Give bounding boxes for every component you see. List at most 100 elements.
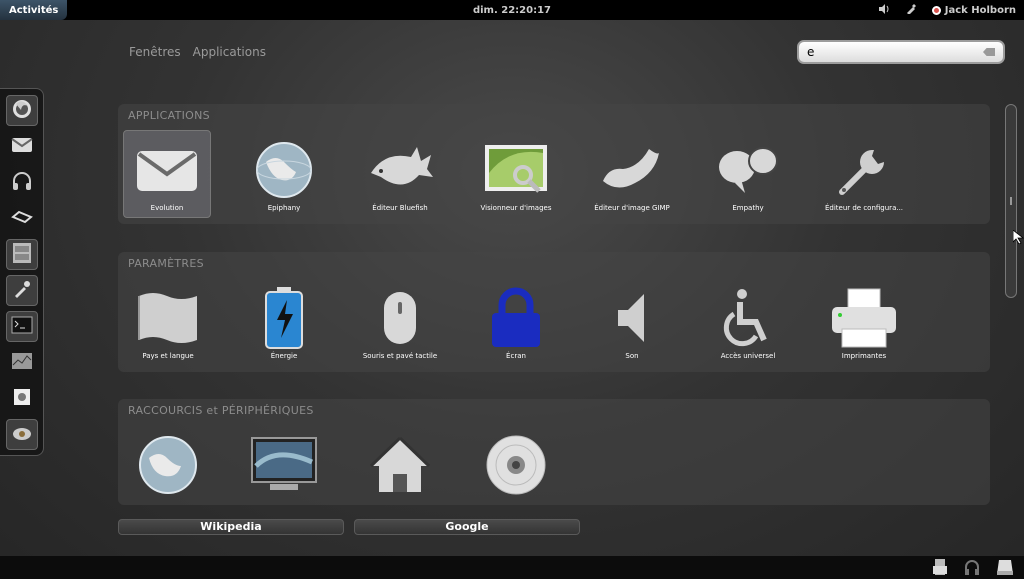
- battery-icon: [248, 286, 320, 350]
- headphones-icon: [11, 171, 33, 195]
- dash-mail[interactable]: [6, 131, 38, 162]
- search-wikipedia-button[interactable]: Wikipedia: [118, 519, 344, 535]
- link-icon: [10, 209, 33, 229]
- tray-icons: [932, 558, 1014, 579]
- mail-icon: [10, 137, 33, 157]
- usb-drive-icon[interactable]: [932, 558, 948, 579]
- view-selector: Fenêtres Applications: [129, 45, 266, 59]
- settings-screen[interactable]: Écran: [472, 278, 560, 366]
- place-home[interactable]: [356, 425, 444, 513]
- settings-label: Souris et pavé tactile: [362, 352, 438, 360]
- printer-icon: [828, 286, 900, 350]
- settings-printers[interactable]: Imprimantes: [820, 278, 908, 366]
- app-label: Epiphany: [267, 204, 301, 212]
- settings-label: Pays et langue: [142, 352, 194, 360]
- mouse-cursor-icon: [1012, 229, 1024, 248]
- volume-icon[interactable]: [878, 3, 890, 17]
- scrollbar[interactable]: [1005, 104, 1017, 298]
- wheelchair-icon: [712, 286, 784, 350]
- settings-section: PARAMÈTRES Pays et langue Énergie Souris…: [118, 252, 990, 372]
- mouse-icon: [364, 286, 436, 350]
- dash-pen[interactable]: [5, 275, 38, 306]
- monitor-icon: [248, 433, 320, 497]
- app-label: Evolution: [150, 204, 184, 212]
- pen-tool-icon: [12, 279, 32, 303]
- section-title-settings: PARAMÈTRES: [128, 257, 204, 270]
- screenshot-icon: [11, 424, 33, 446]
- place-optical-drive[interactable]: [472, 425, 560, 513]
- settings-label: Imprimantes: [841, 352, 887, 360]
- app-label: Visionneur d'images: [480, 204, 552, 212]
- tab-applications[interactable]: Applications: [193, 45, 266, 59]
- settings-mouse[interactable]: Souris et pavé tactile: [356, 278, 444, 366]
- disk-icon[interactable]: [996, 558, 1014, 579]
- app-config-editor[interactable]: Éditeur de configura...: [820, 130, 908, 218]
- settings-power[interactable]: Énergie: [240, 278, 328, 366]
- network-globe-icon: [132, 433, 204, 497]
- dash-audio[interactable]: [6, 167, 38, 198]
- clock-container: dim. 22:20:17: [0, 5, 1024, 16]
- settings-label: Énergie: [270, 352, 298, 360]
- tab-windows[interactable]: Fenêtres: [129, 45, 181, 59]
- app-bluefish[interactable]: Éditeur Bluefish: [356, 130, 444, 218]
- search-box[interactable]: [797, 40, 1005, 64]
- globe-icon: [248, 138, 320, 202]
- lock-icon: [480, 286, 552, 350]
- accessibility-icon[interactable]: [906, 3, 916, 17]
- status-area: Jack Holborn: [878, 0, 1016, 20]
- settings-label: Écran: [506, 352, 526, 360]
- headphones-icon[interactable]: [964, 558, 980, 579]
- app-image-viewer[interactable]: Visionneur d'images: [472, 130, 560, 218]
- dash-terminal[interactable]: [5, 311, 38, 342]
- settings-accessibility[interactable]: Accès universel: [704, 278, 792, 366]
- app-label: Éditeur d'image GIMP: [594, 204, 670, 212]
- terminal-icon: [11, 316, 33, 338]
- dash-links[interactable]: [6, 203, 38, 234]
- clock[interactable]: dim. 22:20:17: [473, 5, 551, 16]
- user-menu[interactable]: Jack Holborn: [931, 4, 1016, 16]
- app-label: Éditeur de configura...: [824, 204, 904, 212]
- app-label: Éditeur Bluefish: [372, 204, 428, 212]
- user-name: Jack Holborn: [944, 4, 1016, 16]
- app-gimp[interactable]: Éditeur d'image GIMP: [588, 130, 676, 218]
- graph-icon: [11, 352, 33, 374]
- section-title-applications: APPLICATIONS: [128, 109, 210, 122]
- places-section: RACCOURCIS et PÉRIPHÉRIQUES: [118, 399, 990, 505]
- place-display[interactable]: [240, 425, 328, 513]
- settings-label: Son: [625, 352, 639, 360]
- scrollbar-grip[interactable]: [1010, 197, 1012, 205]
- applications-section: APPLICATIONS Evolution Epiphany Éditeur …: [118, 104, 990, 224]
- dash-monitor[interactable]: [6, 347, 38, 378]
- activities-button[interactable]: Activités: [0, 0, 68, 20]
- search-input[interactable]: [807, 45, 983, 59]
- settings-region[interactable]: Pays et langue: [124, 278, 212, 366]
- app-label: Empathy: [732, 204, 764, 212]
- app-epiphany[interactable]: Epiphany: [240, 130, 328, 218]
- home-icon: [364, 433, 436, 497]
- empathy-icon: [712, 138, 784, 202]
- top-panel: Activités dim. 22:20:17 Jack Holborn: [0, 0, 1024, 20]
- wrench-icon: [828, 138, 900, 202]
- speaker-icon: [596, 286, 668, 350]
- dash-document[interactable]: [6, 383, 38, 414]
- place-network[interactable]: [124, 425, 212, 513]
- dash-firefox[interactable]: [5, 95, 38, 126]
- message-tray: [0, 556, 1024, 579]
- dash-files[interactable]: [5, 239, 38, 270]
- document-icon: [12, 387, 32, 411]
- app-empathy[interactable]: Empathy: [704, 130, 792, 218]
- app-evolution[interactable]: Evolution: [123, 130, 211, 218]
- section-title-places: RACCOURCIS et PÉRIPHÉRIQUES: [128, 404, 314, 417]
- fish-icon: [364, 138, 436, 202]
- flag-icon: [132, 286, 204, 350]
- dash-screenshot[interactable]: [5, 419, 38, 450]
- mail-envelope-icon: [131, 139, 203, 203]
- firefox-icon: [11, 98, 33, 124]
- search-google-button[interactable]: Google: [354, 519, 580, 535]
- settings-label: Accès universel: [720, 352, 776, 360]
- user-status-icon: [931, 5, 941, 15]
- gimp-icon: [596, 138, 668, 202]
- image-viewer-icon: [480, 138, 552, 202]
- clear-search-icon[interactable]: [983, 48, 995, 56]
- settings-sound[interactable]: Son: [588, 278, 676, 366]
